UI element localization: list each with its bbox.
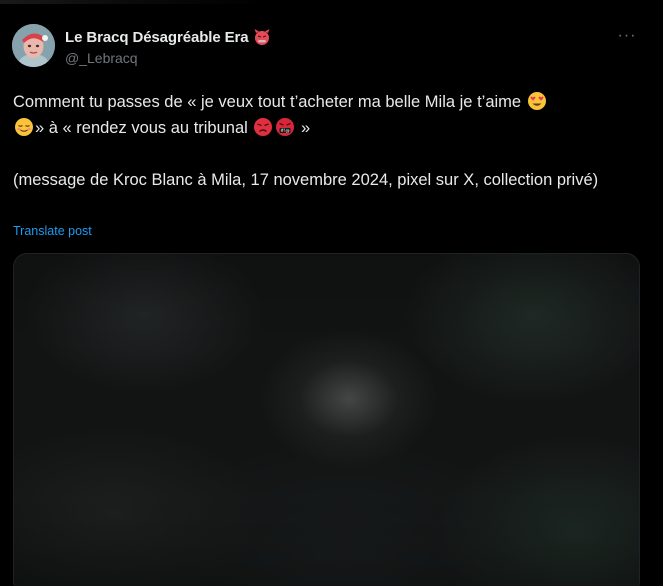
avatar[interactable]: [12, 24, 55, 67]
tweet-text-line1: Comment tu passes de « je veux tout t’ac…: [13, 89, 643, 115]
tweet-text-segment: Comment tu passes de « je veux tout t’ac…: [13, 93, 522, 111]
more-options-button[interactable]: ···: [612, 24, 642, 48]
relieved-face-emoji-icon: [14, 117, 34, 137]
author-display-name[interactable]: Le Bracq Désagréable Era: [65, 29, 249, 46]
tweet-text-line2: » à « rendez vous au tribunal #!@ »: [13, 115, 643, 141]
angry-face-emoji-icon: [253, 117, 273, 137]
cursing-face-emoji-icon: #!@: [275, 117, 295, 137]
angry-devil-emoji-icon: [253, 28, 271, 46]
translate-post-link[interactable]: Translate post: [13, 224, 92, 238]
heart-eyes-emoji-icon: [527, 91, 547, 111]
tweet-frame: Le Bracq Désagréable Era @_Lebracq ··· C…: [0, 0, 663, 586]
tweet-text-spacer: [13, 141, 643, 167]
media-overlay: [14, 254, 639, 586]
tweet-text: Comment tu passes de « je veux tout t’ac…: [13, 89, 643, 193]
tweet-text-line3: (message de Kroc Blanc à Mila, 17 novemb…: [13, 171, 599, 189]
tweet-media-image[interactable]: [13, 253, 640, 586]
svg-text:#!@: #!@: [281, 128, 290, 133]
author-row: Le Bracq Désagréable Era: [65, 28, 271, 46]
top-divider: [0, 0, 663, 4]
tweet-text-segment: » à « rendez vous au tribunal: [35, 119, 248, 137]
tweet-text-segment: »: [301, 119, 311, 137]
author-handle[interactable]: @_Lebracq: [65, 50, 138, 66]
avatar-image: [12, 24, 55, 67]
